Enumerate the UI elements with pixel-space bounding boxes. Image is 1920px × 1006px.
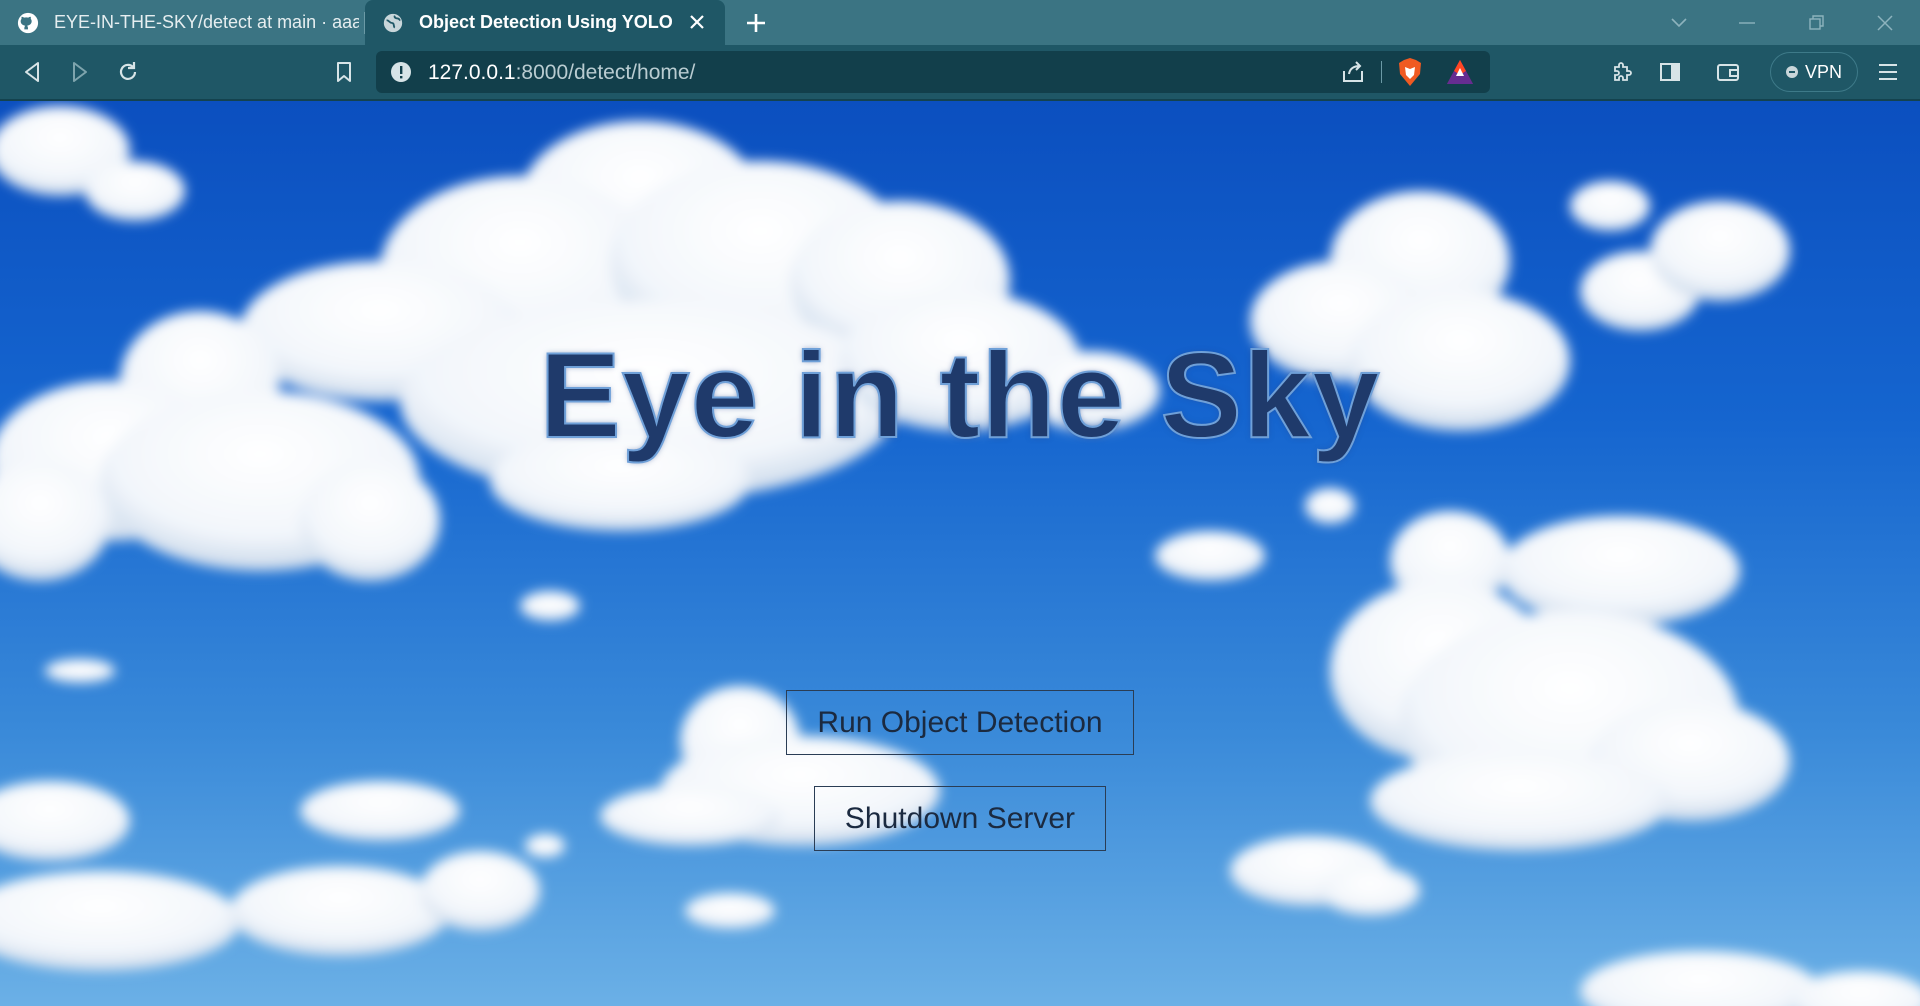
tab-title: EYE-IN-THE-SKY/detect at main · aaay — [54, 12, 359, 32]
minimize-icon[interactable] — [1732, 8, 1762, 38]
wallet-button[interactable] — [1714, 58, 1742, 86]
reload-button[interactable] — [114, 58, 142, 86]
page-title: Eye in the Sky — [538, 326, 1381, 464]
url-text: 127.0.0.1:8000/detect/home/ — [428, 61, 695, 85]
vpn-label: VPN — [1804, 61, 1842, 82]
address-bar[interactable]: 127.0.0.1:8000/detect/home/ — [376, 51, 1490, 93]
share-icon[interactable] — [1340, 59, 1366, 85]
site-info-icon[interactable] — [390, 61, 412, 83]
tab-search-chevron-icon[interactable] — [1664, 8, 1694, 38]
reload-icon — [119, 62, 137, 80]
run-object-detection-button[interactable]: Run Object Detection — [786, 690, 1134, 755]
shutdown-server-button[interactable]: Shutdown Server — [814, 786, 1106, 851]
vpn-button[interactable]: VPN — [1770, 52, 1858, 92]
browser-window: EYE-IN-THE-SKY/detect at main · aaay Obj… — [0, 0, 1920, 1006]
sidebar-button[interactable] — [1656, 58, 1684, 86]
sidebar-icon — [1660, 63, 1680, 81]
close-icon[interactable] — [685, 10, 709, 34]
url-host: 127.0.0.1 — [428, 61, 516, 84]
tab-strip: EYE-IN-THE-SKY/detect at main · aaay Obj… — [0, 0, 1920, 45]
vpn-status-icon — [1785, 66, 1798, 78]
browser-toolbar: 127.0.0.1:8000/detect/home/ VPN — [0, 45, 1920, 101]
tab-object-detection[interactable]: Object Detection Using YOLO — [365, 0, 725, 45]
forward-arrow-icon — [73, 62, 87, 82]
back-button[interactable] — [18, 58, 46, 86]
globe-icon — [381, 11, 405, 35]
menu-button[interactable] — [1874, 58, 1902, 86]
url-path: :8000/detect/home/ — [515, 61, 696, 84]
brave-rewards-icon[interactable] — [1446, 59, 1474, 85]
page-viewport: Eye in the Sky Run Object Detection Shut… — [0, 101, 1920, 1006]
new-tab-button[interactable] — [742, 9, 770, 37]
address-bar-divider — [1381, 61, 1382, 83]
brave-shields-icon[interactable] — [1396, 57, 1424, 87]
extensions-button[interactable] — [1608, 58, 1636, 86]
window-close-icon[interactable] — [1870, 8, 1900, 38]
plus-icon — [747, 14, 765, 32]
restore-icon[interactable] — [1802, 8, 1832, 38]
wallet-icon — [1717, 64, 1739, 81]
github-icon — [16, 11, 40, 35]
sky-clouds-background — [0, 106, 1920, 1006]
forward-button[interactable] — [66, 58, 94, 86]
hamburger-menu-icon — [1879, 64, 1897, 80]
bookmark-icon — [337, 62, 351, 82]
tab-title: Object Detection Using YOLO — [419, 12, 673, 32]
bookmark-button[interactable] — [330, 58, 358, 86]
puzzle-icon — [1614, 62, 1632, 81]
back-arrow-icon — [25, 62, 39, 82]
tab-github[interactable]: EYE-IN-THE-SKY/detect at main · aaay — [0, 0, 365, 45]
